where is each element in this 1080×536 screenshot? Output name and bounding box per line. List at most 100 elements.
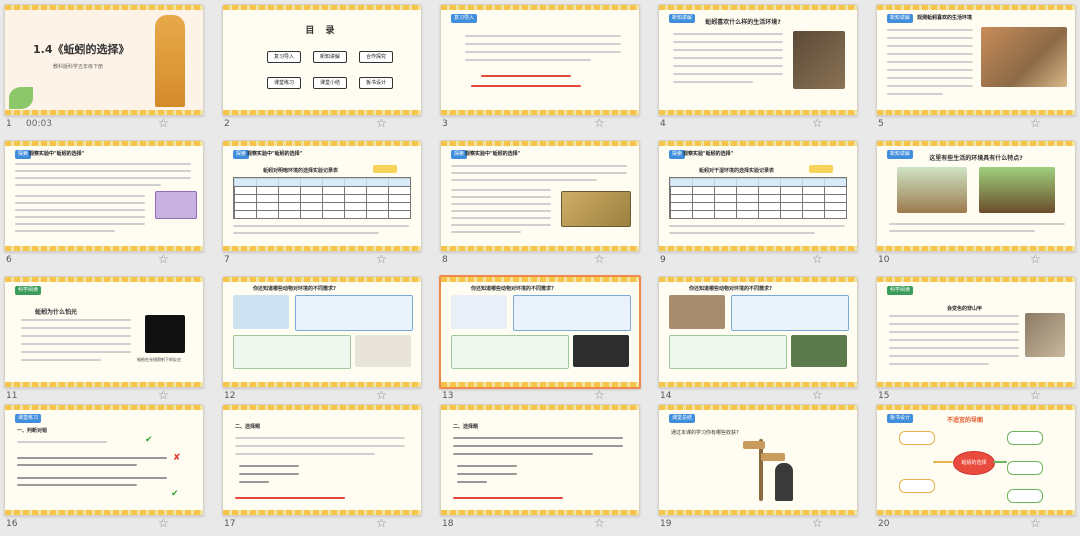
slide-preview[interactable]: 科学阅读 蚯蚓为什么怕光 蚯蚓在光线照射下的反应 bbox=[4, 276, 204, 388]
slide-preview[interactable]: 你还知道哪些动物对环境的不同需求? bbox=[658, 276, 858, 388]
text-line bbox=[17, 457, 167, 459]
favorite-star-icon[interactable]: ☆ bbox=[376, 388, 387, 402]
animal-photo-2 bbox=[573, 335, 629, 367]
favorite-star-icon[interactable]: ☆ bbox=[594, 516, 605, 530]
animal-photo-1 bbox=[233, 295, 289, 329]
slide-thumbnail-4[interactable]: 新知讲解 蚯蚓喜欢什么样的生活环境? 4 ☆ bbox=[654, 2, 862, 136]
slide-number: 18 bbox=[442, 519, 454, 529]
text-line bbox=[235, 453, 375, 455]
slide-preview[interactable]: 新知讲解 观测蚯蚓喜欢的生活环境 bbox=[876, 4, 1076, 116]
text-line bbox=[451, 165, 627, 167]
slide-thumbnail-17[interactable]: 二、选择题 17 ☆ bbox=[218, 402, 426, 536]
slide-preview[interactable]: 目 录复习导入 新知讲解 合作探究 课堂练习 课堂小结 板书设计 bbox=[222, 4, 422, 116]
slide-thumbnail-7[interactable]: 探索 观察实验中"蚯蚓的选择" 蚯蚓对明暗环境的选择实验记录表 7 ☆ bbox=[218, 138, 426, 272]
slide-preview[interactable]: 课堂总结 通过本课的学习你有哪些收获? bbox=[658, 404, 858, 516]
favorite-star-icon[interactable]: ☆ bbox=[812, 252, 823, 266]
slide-heading: 蚯蚓喜欢什么样的生活环境? bbox=[705, 19, 781, 26]
favorite-star-icon[interactable]: ☆ bbox=[158, 252, 169, 266]
slide-thumbnail-6[interactable]: 探索 观察实验中"蚯蚓的选择" 6 ☆ bbox=[0, 138, 208, 272]
exercise-heading: 二、选择题 bbox=[235, 424, 261, 430]
text-line bbox=[887, 85, 973, 87]
favorite-star-icon[interactable]: ☆ bbox=[1030, 116, 1041, 130]
text-line bbox=[451, 189, 551, 191]
slide-preview[interactable]: 探索 观察实验中"蚯蚓的选择" bbox=[440, 140, 640, 252]
favorite-star-icon[interactable]: ☆ bbox=[1030, 388, 1041, 402]
slide-thumbnail-1[interactable]: 1.4《蚯蚓的选择》 教科版科学五年级下册 1 00:03 ☆ bbox=[0, 2, 208, 136]
slide-number: 6 bbox=[6, 255, 12, 265]
slide-canvas: 新知讲解 观测蚯蚓喜欢的生活环境 bbox=[877, 5, 1075, 115]
favorite-star-icon[interactable]: ☆ bbox=[594, 388, 605, 402]
slide-thumbnail-2[interactable]: 目 录复习导入 新知讲解 合作探究 课堂练习 课堂小结 板书设计 2 ☆ bbox=[218, 2, 426, 136]
mindmap-branch-node bbox=[899, 479, 935, 493]
favorite-star-icon[interactable]: ☆ bbox=[1030, 516, 1041, 530]
slide-number: 12 bbox=[224, 391, 236, 401]
slide-thumbnail-9[interactable]: 探索 观察实验"蚯蚓的选择" 蚯蚓对干湿环境的选择实验记录表 9 ☆ bbox=[654, 138, 862, 272]
toc-button[interactable]: 板书设计 bbox=[359, 77, 393, 89]
favorite-star-icon[interactable]: ☆ bbox=[158, 388, 169, 402]
slide-thumbnail-13[interactable]: 你还知道哪些动物对环境的不同需求? 13 ☆ bbox=[436, 274, 644, 408]
slide-preview[interactable]: 探索 观察实验"蚯蚓的选择" 蚯蚓对干湿环境的选择实验记录表 bbox=[658, 140, 858, 252]
slide-footer: 10 ☆ bbox=[876, 252, 1074, 268]
slide-preview[interactable]: 你还知道哪些动物对环境的不同需求? bbox=[222, 276, 422, 388]
text-line bbox=[15, 195, 145, 197]
table-header-row bbox=[670, 178, 846, 186]
pangolin-photo bbox=[1025, 313, 1065, 357]
favorite-star-icon[interactable]: ☆ bbox=[158, 516, 169, 530]
section-tag: 科学阅读 bbox=[15, 286, 42, 295]
slide-thumbnail-14[interactable]: 你还知道哪些动物对环境的不同需求? 14 ☆ bbox=[654, 274, 862, 408]
slide-thumbnail-16[interactable]: 课堂练习 一、判断对错 ✔ ✘ ✔ 16 ☆ bbox=[0, 402, 208, 536]
slide-canvas: 复习导入 bbox=[441, 5, 639, 115]
slide-canvas: 探索 观察实验中"蚯蚓的选择" bbox=[441, 141, 639, 251]
slide-heading: 观测蚯蚓喜欢的生活环境 bbox=[917, 15, 973, 21]
slide-thumbnail-19[interactable]: 课堂总结 通过本课的学习你有哪些收获? 19 ☆ bbox=[654, 402, 862, 536]
slide-preview[interactable]: 新知讲解 这里有些生活的环境具有什么特点? bbox=[876, 140, 1076, 252]
toc-button[interactable]: 复习导入 bbox=[267, 51, 301, 63]
toc-button[interactable]: 课堂练习 bbox=[267, 77, 301, 89]
text-line bbox=[465, 51, 621, 53]
slide-preview[interactable]: 课堂练习 一、判断对错 ✔ ✘ ✔ bbox=[4, 404, 204, 516]
slide-preview[interactable]: 探索 观察实验中"蚯蚓的选择" 蚯蚓对明暗环境的选择实验记录表 bbox=[222, 140, 422, 252]
slide-thumbnail-8[interactable]: 探索 观察实验中"蚯蚓的选择" 8 ☆ bbox=[436, 138, 644, 272]
slide-preview[interactable]: 板书设计 不适宜的导图 蚯蚓的选择 bbox=[876, 404, 1076, 516]
text-line bbox=[15, 223, 145, 225]
slide-canvas: 探索 观察实验中"蚯蚓的选择" bbox=[5, 141, 203, 251]
favorite-star-icon[interactable]: ☆ bbox=[376, 252, 387, 266]
text-line bbox=[453, 445, 623, 447]
slide-preview[interactable]: 1.4《蚯蚓的选择》 教科版科学五年级下册 bbox=[4, 4, 204, 116]
toc-button[interactable]: 课堂小结 bbox=[313, 77, 347, 89]
slide-thumbnail-18[interactable]: 二、选择题 18 ☆ bbox=[436, 402, 644, 536]
text-line bbox=[235, 497, 345, 499]
favorite-star-icon[interactable]: ☆ bbox=[812, 116, 823, 130]
text-line bbox=[15, 184, 161, 186]
soil-photo bbox=[793, 31, 845, 89]
slide-footer: 4 ☆ bbox=[658, 116, 856, 132]
slide-thumbnail-3[interactable]: 复习导入 3 ☆ bbox=[436, 2, 644, 136]
slide-thumbnail-15[interactable]: 科学阅读 会变色的穿山甲 15 ☆ bbox=[872, 274, 1080, 408]
slide-preview[interactable]: 二、选择题 bbox=[222, 404, 422, 516]
slide-number: 15 bbox=[878, 391, 890, 401]
slide-thumbnail-20[interactable]: 板书设计 不适宜的导图 蚯蚓的选择 20 ☆ bbox=[872, 402, 1080, 536]
slide-thumbnail-5[interactable]: 新知讲解 观测蚯蚓喜欢的生活环境 5 ☆ bbox=[872, 2, 1080, 136]
toc-button[interactable]: 合作探究 bbox=[359, 51, 393, 63]
info-box-2 bbox=[451, 335, 569, 369]
toc-button[interactable]: 新知讲解 bbox=[313, 51, 347, 63]
favorite-star-icon[interactable]: ☆ bbox=[158, 116, 169, 130]
slide-preview[interactable]: 新知讲解 蚯蚓喜欢什么样的生活环境? bbox=[658, 4, 858, 116]
favorite-star-icon[interactable]: ☆ bbox=[1030, 252, 1041, 266]
favorite-star-icon[interactable]: ☆ bbox=[812, 388, 823, 402]
favorite-star-icon[interactable]: ☆ bbox=[594, 252, 605, 266]
slide-preview[interactable]: 二、选择题 bbox=[440, 404, 640, 516]
text-line bbox=[889, 331, 1019, 333]
slide-thumbnail-10[interactable]: 新知讲解 这里有些生活的环境具有什么特点? 10 ☆ bbox=[872, 138, 1080, 272]
favorite-star-icon[interactable]: ☆ bbox=[594, 116, 605, 130]
favorite-star-icon[interactable]: ☆ bbox=[376, 116, 387, 130]
favorite-star-icon[interactable]: ☆ bbox=[376, 516, 387, 530]
slide-thumbnail-11[interactable]: 科学阅读 蚯蚓为什么怕光 蚯蚓在光线照射下的反应 11 ☆ bbox=[0, 274, 208, 408]
slide-preview[interactable]: 科学阅读 会变色的穿山甲 bbox=[876, 276, 1076, 388]
slide-preview[interactable]: 你还知道哪些动物对环境的不同需求? bbox=[439, 275, 641, 389]
slide-canvas: 目 录复习导入 新知讲解 合作探究 课堂练习 课堂小结 板书设计 bbox=[223, 5, 421, 115]
favorite-star-icon[interactable]: ☆ bbox=[812, 516, 823, 530]
slide-preview[interactable]: 复习导入 bbox=[440, 4, 640, 116]
slide-preview[interactable]: 探索 观察实验中"蚯蚓的选择" bbox=[4, 140, 204, 252]
slide-thumbnail-12[interactable]: 你还知道哪些动物对环境的不同需求? 12 ☆ bbox=[218, 274, 426, 408]
